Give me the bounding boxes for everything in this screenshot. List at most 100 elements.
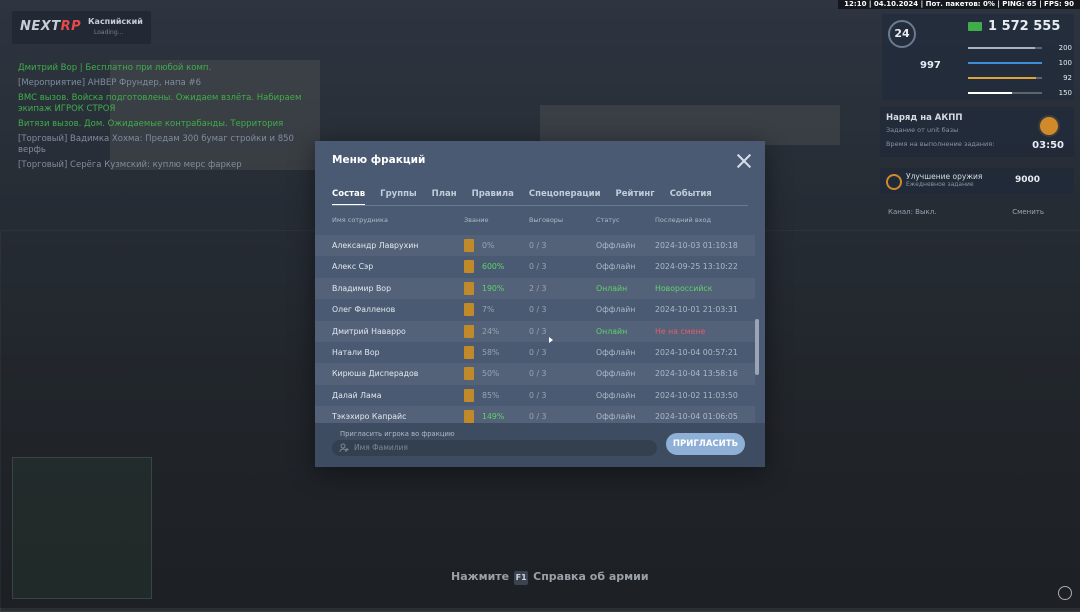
warnings: 0 / 3 — [529, 262, 547, 272]
server-logo: NEXTRP Каспийский Loading... — [12, 11, 151, 44]
task-icon — [1038, 115, 1060, 137]
status: Оффлайн — [596, 369, 636, 379]
tab-bar: Состав Группы План Правила Спецоперации Рейти… — [332, 189, 727, 206]
table-row[interactable]: Тэкэхиро Капрайс 149% 0 / 3 Оффлайн 2024-10-… — [315, 406, 755, 423]
bar-value: 150 — [1058, 88, 1072, 97]
rank-icon — [464, 410, 474, 423]
rank-progress: 50% — [482, 369, 500, 379]
task-panel: Наряд на АКПП Задание от unit базы Время… — [880, 107, 1074, 157]
radio-panel: Канал: Выкл. Сменить — [880, 204, 1074, 222]
warnings: 0 / 3 — [529, 390, 547, 400]
task-timer: 03:50 — [1032, 140, 1064, 151]
money-value: 1 572 555 — [988, 19, 1061, 34]
table-row[interactable]: Дмитрий Наварро 24% 0 / 3 Онлайн Не на смене — [315, 320, 755, 342]
warnings: 0 / 3 — [529, 348, 547, 357]
chat-message: ВМС вызов. Войска подготовлены. Ожидаем … — [18, 93, 302, 114]
bar-fill — [968, 61, 1042, 64]
last-login: 2024-10-03 01:10:18 — [655, 241, 738, 250]
rank-icon — [464, 281, 474, 295]
rank-progress: 24% — [482, 326, 500, 336]
chat-message: Витязи вызов. Дом. Ожидаемые контрабанды… — [18, 119, 284, 129]
invite-name-input[interactable]: Имя Фамилия — [332, 440, 657, 456]
last-login: Новороссийск — [655, 283, 713, 293]
table-row[interactable]: Олег Фалленов 7% 0 / 3 Оффлайн 2024-10-01 21… — [315, 299, 755, 320]
invite-label: Пригласить игрока во фракцию — [340, 430, 455, 438]
upgrade-subtitle: Ежедневное задание — [906, 181, 974, 188]
chat-message: [Торговый] Вадимка Хохма: Предам 300 бум… — [18, 134, 294, 155]
vital-bar: 200 — [968, 40, 1072, 55]
warnings: 0 / 3 — [529, 369, 547, 379]
tab-6[interactable]: События — [670, 189, 712, 206]
task-subtitle: Задание от unit базы — [886, 126, 959, 134]
invite-button[interactable]: ПРИГЛАСИТЬ — [666, 433, 745, 455]
member-name: Дмитрий Наварро — [332, 326, 406, 336]
minimap — [12, 457, 152, 599]
mouse-cursor — [549, 337, 553, 343]
bar-fill — [968, 46, 1035, 49]
col-last-login: Последний вход — [655, 216, 711, 224]
hint-text: Справка об армии — [533, 570, 649, 583]
tab-5[interactable]: Рейтинг — [616, 189, 655, 206]
tab-divider — [332, 205, 748, 206]
table-row[interactable]: Кирюша Дисперадов 50% 0 / 3 Оффлайн 2024-10-… — [315, 363, 755, 385]
status-topbar: 12:10 | 04.10.2024 | Пот. пакетов: 0% | … — [838, 0, 1080, 9]
tab-3[interactable]: Правила — [472, 189, 514, 206]
col-rank: Звание — [464, 216, 489, 224]
exp-value: 997 — [920, 60, 941, 71]
chat-message: [Мероприятие] АНВЕР Фрундер, напа #6 — [18, 78, 201, 88]
rank-icon — [464, 303, 474, 317]
upgrade-value: 9000 — [1014, 175, 1040, 185]
bar-track — [968, 91, 1042, 94]
warnings: 0 / 3 — [529, 412, 547, 422]
bar-track — [968, 76, 1042, 79]
server-name: Каспийский — [88, 17, 143, 26]
table-row[interactable]: Натали Вор 58% 0 / 3 Оффлайн 2024-10-04 00:5… — [315, 342, 755, 363]
tab-2[interactable]: План — [432, 189, 457, 206]
bar-track — [968, 46, 1042, 49]
rank-progress: 58% — [482, 348, 500, 357]
settings-icon[interactable] — [1058, 586, 1072, 600]
last-login: Не на смене — [655, 326, 706, 336]
tab-1[interactable]: Группы — [380, 189, 416, 206]
tab-0[interactable]: Состав — [332, 189, 366, 206]
last-login: 2024-10-04 13:58:16 — [655, 369, 738, 379]
rank-icon — [464, 260, 474, 274]
member-name: Тэкэхиро Капрайс — [332, 412, 407, 422]
bar-value: 100 — [1058, 58, 1072, 67]
table-row[interactable]: Далай Лама 85% 0 / 3 Оффлайн 2024-10-02 11:0… — [315, 385, 755, 406]
faction-menu-modal: Меню фракций Состав Группы План Правила Спец… — [315, 141, 765, 467]
status: Онлайн — [596, 326, 628, 336]
member-name: Олег Фалленов — [332, 305, 396, 315]
rank-icon — [464, 239, 474, 252]
members-list[interactable]: Александр Лаврухин 0% 0 / 3 Оффлайн 2024-10-… — [315, 227, 765, 423]
upgrade-quest-panel: Улучшение оружия Ежедневное задание 9000 — [880, 168, 1074, 194]
upgrade-title: Улучшение оружия — [906, 172, 983, 181]
status: Оффлайн — [596, 390, 636, 400]
rank-icon — [464, 388, 474, 402]
scrollbar[interactable] — [755, 319, 759, 375]
tab-4[interactable]: Спецоперации — [529, 189, 601, 206]
table-row[interactable]: Александр Лаврухин 0% 0 / 3 Оффлайн 2024-10-… — [315, 235, 755, 257]
rank-progress: 85% — [482, 390, 500, 400]
close-icon[interactable] — [737, 154, 751, 168]
vital-bar: 150 — [968, 85, 1072, 100]
chat-message: [Торговый] Серёга Кузмский: куплю мерс ф… — [18, 160, 242, 170]
table-row[interactable]: Алекс Сэр 600% 0 / 3 Оффлайн 2024-09-25 13:1… — [315, 256, 755, 277]
status: Оффлайн — [596, 412, 636, 422]
last-login: 2024-09-25 13:10:22 — [655, 262, 738, 272]
last-login: 2024-10-04 01:06:05 — [655, 412, 738, 422]
rank-progress: 149% — [482, 412, 505, 422]
radio-switch-button[interactable]: Сменить — [1012, 208, 1044, 216]
brand-text: NEXTRP — [20, 19, 82, 34]
vital-bars: 200 100 92 150 — [968, 40, 1072, 100]
user-icon — [339, 443, 349, 453]
invite-section: Пригласить игрока во фракцию Имя Фамилия… — [315, 423, 765, 467]
member-name: Алекс Сэр — [332, 262, 374, 272]
vital-bar: 92 — [968, 70, 1072, 85]
modal-title: Меню фракций — [332, 154, 426, 166]
bar-value: 92 — [1063, 73, 1072, 82]
radio-channel: Канал: Выкл. — [888, 208, 937, 216]
table-row[interactable]: Владимир Вор 190% 2 / 3 Онлайн Новороссийск — [315, 277, 755, 300]
vital-bar: 100 — [968, 55, 1072, 70]
warnings: 0 / 3 — [529, 305, 547, 315]
